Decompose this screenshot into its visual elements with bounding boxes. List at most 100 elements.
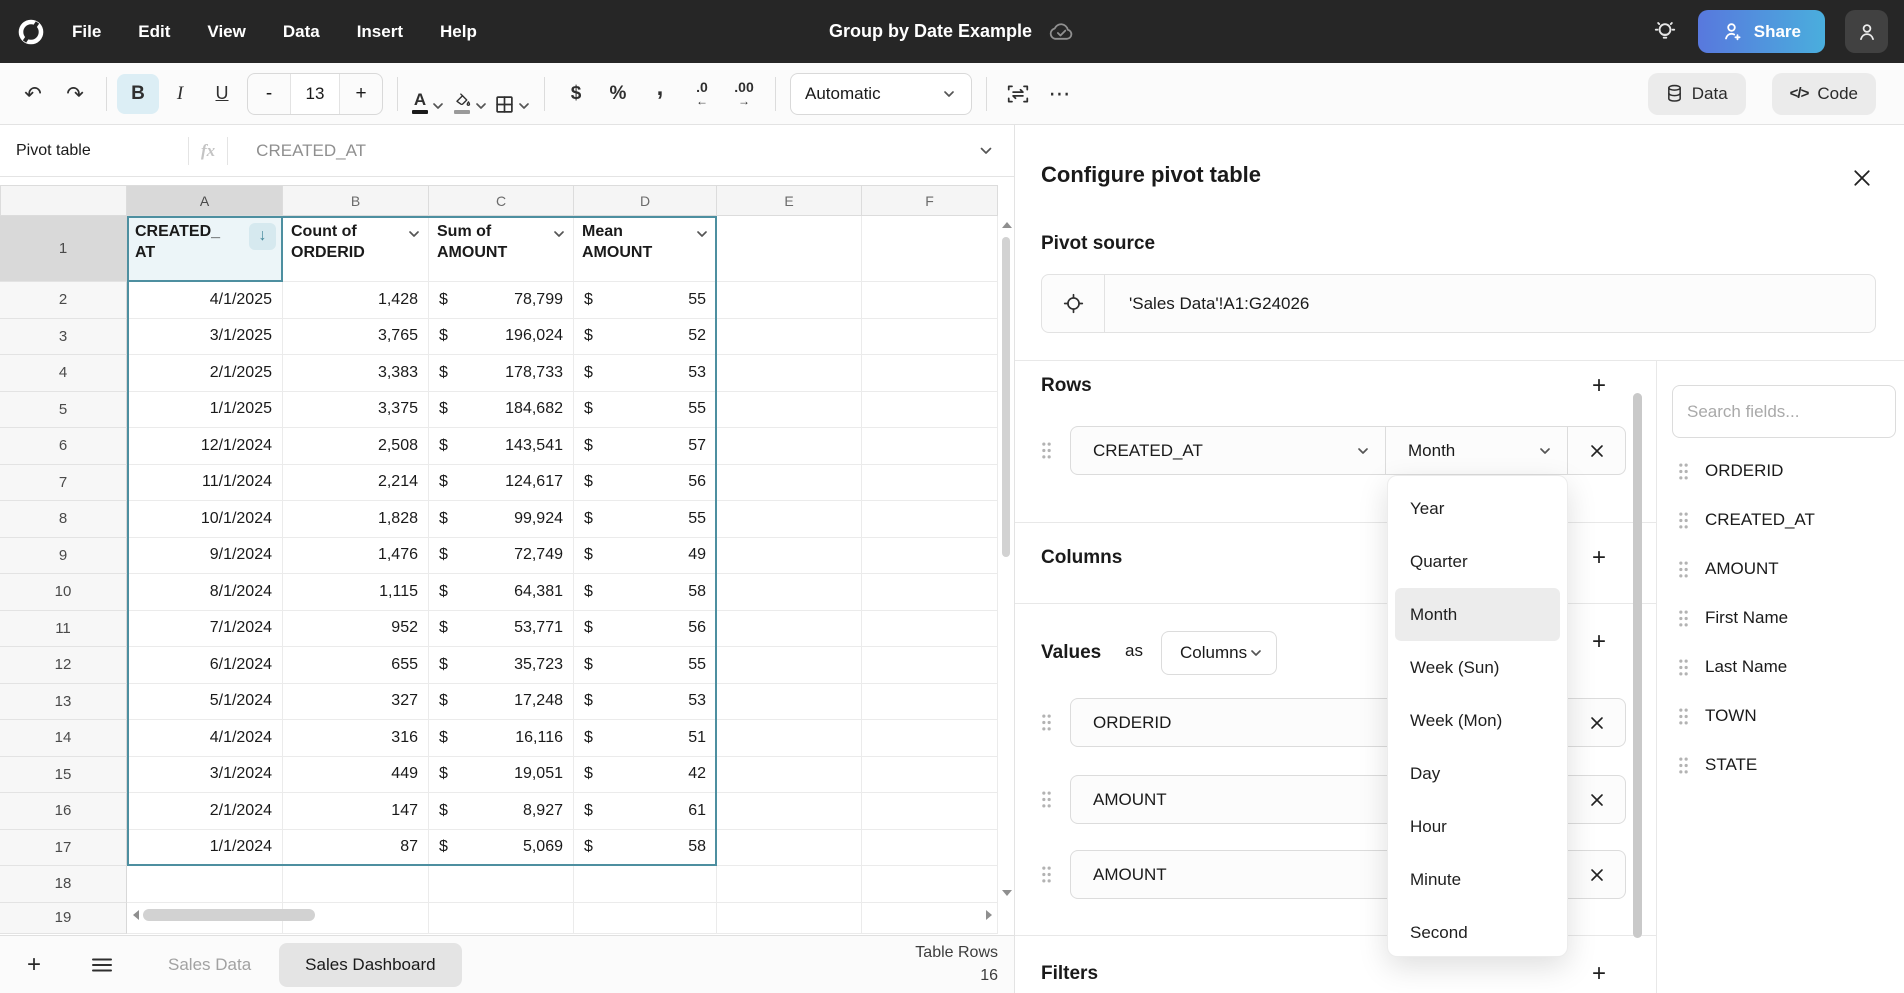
sheet-list-menu-button[interactable] xyxy=(88,951,116,979)
row-header[interactable]: 4 xyxy=(0,355,127,392)
cell-empty[interactable] xyxy=(717,756,862,793)
cell-mean[interactable]: $55 xyxy=(574,647,717,684)
cell-empty[interactable] xyxy=(717,574,862,611)
cell-empty[interactable] xyxy=(127,866,283,903)
column-header-d[interactable]: D xyxy=(574,185,717,216)
drag-handle-icon[interactable] xyxy=(1678,561,1689,578)
row-header[interactable]: 2 xyxy=(0,282,127,319)
cell-mean[interactable]: $52 xyxy=(574,318,717,355)
vertical-scroll-thumb[interactable] xyxy=(1002,237,1010,557)
drag-handle-icon[interactable] xyxy=(1678,659,1689,676)
menu-item-hour[interactable]: Hour xyxy=(1388,800,1567,853)
column-header-e[interactable]: E xyxy=(717,185,862,216)
cell-sum[interactable]: $19,051 xyxy=(429,756,574,793)
cell-date[interactable]: 7/1/2024 xyxy=(127,610,283,647)
sheet-tab-sales-dashboard[interactable]: Sales Dashboard xyxy=(279,942,462,987)
sheet-tab-sales-data[interactable]: Sales Data xyxy=(168,955,251,975)
convert-range-button[interactable] xyxy=(997,74,1039,114)
cell-count[interactable]: 147 xyxy=(283,793,429,830)
cell-date[interactable]: 1/1/2024 xyxy=(127,829,283,866)
menu-help[interactable]: Help xyxy=(440,22,477,42)
field-item-orderid[interactable]: ORDERID xyxy=(1678,451,1783,491)
cell-empty[interactable] xyxy=(862,793,998,830)
cell-sum[interactable]: $17,248 xyxy=(429,683,574,720)
cell-date[interactable]: 3/1/2025 xyxy=(127,318,283,355)
cell-e1[interactable] xyxy=(717,216,862,282)
row-header[interactable]: 19 xyxy=(0,902,127,934)
cell-sum[interactable]: $78,799 xyxy=(429,282,574,319)
cell-count[interactable]: 952 xyxy=(283,610,429,647)
underline-button[interactable]: U xyxy=(201,74,243,114)
cell-empty[interactable] xyxy=(717,610,862,647)
font-size-decrease[interactable]: - xyxy=(248,74,290,114)
share-button[interactable]: Share xyxy=(1697,10,1825,53)
cell-date[interactable]: 5/1/2024 xyxy=(127,683,283,720)
cell-sum[interactable]: $143,541 xyxy=(429,428,574,465)
values-layout-select[interactable]: Columns xyxy=(1161,631,1277,675)
cell-empty[interactable] xyxy=(283,866,429,903)
formula-bar-expand-icon[interactable] xyxy=(978,143,994,159)
cell-a1-created-at[interactable]: CREATED_ AT ↓ xyxy=(127,216,283,282)
menu-item-year[interactable]: Year xyxy=(1388,482,1567,535)
cell-count[interactable]: 327 xyxy=(283,683,429,720)
pivot-source-value[interactable]: 'Sales Data'!A1:G24026 xyxy=(1105,294,1309,314)
cell-empty[interactable] xyxy=(862,720,998,757)
drag-handle-icon[interactable] xyxy=(1041,866,1052,883)
cell-mean[interactable]: $42 xyxy=(574,756,717,793)
close-panel-button[interactable] xyxy=(1849,165,1875,191)
cell-date[interactable]: 10/1/2024 xyxy=(127,501,283,538)
cell-mean[interactable]: $53 xyxy=(574,683,717,720)
cell-b1-count-orderid[interactable]: Count of ORDERID xyxy=(283,216,429,282)
row-header[interactable]: 5 xyxy=(0,391,127,428)
cell-sum[interactable]: $184,682 xyxy=(429,391,574,428)
panel-scroll-thumb[interactable] xyxy=(1633,393,1642,938)
row-header[interactable]: 17 xyxy=(0,829,127,866)
cell-empty[interactable] xyxy=(862,318,998,355)
add-column-field-button[interactable]: + xyxy=(1585,544,1613,572)
row-header[interactable]: 8 xyxy=(0,501,127,538)
menu-item-week-mon[interactable]: Week (Mon) xyxy=(1388,694,1567,747)
drag-handle-icon[interactable] xyxy=(1678,757,1689,774)
menu-item-month-selected[interactable]: Month xyxy=(1395,588,1560,641)
cell-empty[interactable] xyxy=(717,829,862,866)
cell-count[interactable]: 2,508 xyxy=(283,428,429,465)
horizontal-scroll-thumb[interactable] xyxy=(143,909,315,921)
cell-empty[interactable] xyxy=(717,282,862,319)
cell-sum[interactable]: $124,617 xyxy=(429,464,574,501)
cell-empty[interactable] xyxy=(717,355,862,392)
cell-empty[interactable] xyxy=(717,683,862,720)
account-avatar[interactable] xyxy=(1845,10,1888,53)
cell-mean[interactable]: $57 xyxy=(574,428,717,465)
cell-mean[interactable]: $55 xyxy=(574,391,717,428)
sort-descending-button[interactable]: ↓ xyxy=(249,223,276,250)
horizontal-scrollbar[interactable] xyxy=(127,903,998,927)
cell-mean[interactable]: $56 xyxy=(574,464,717,501)
cell-empty[interactable] xyxy=(717,501,862,538)
cell-empty[interactable] xyxy=(717,720,862,757)
font-size-increase[interactable]: + xyxy=(340,74,382,114)
increase-decimal-button[interactable]: .00 → xyxy=(723,74,765,114)
cell-empty[interactable] xyxy=(862,829,998,866)
row-header[interactable]: 16 xyxy=(0,793,127,830)
cell-empty[interactable] xyxy=(717,793,862,830)
row-header[interactable]: 18 xyxy=(0,866,127,903)
scroll-left-icon[interactable] xyxy=(133,910,139,920)
percent-format-button[interactable]: % xyxy=(597,74,639,114)
row-header[interactable]: 13 xyxy=(0,683,127,720)
row-header[interactable]: 11 xyxy=(0,610,127,647)
row-field-select[interactable]: CREATED_AT xyxy=(1070,426,1386,475)
field-item-amount[interactable]: AMOUNT xyxy=(1678,549,1779,589)
cell-mean[interactable]: $55 xyxy=(574,501,717,538)
decrease-decimal-button[interactable]: .0 ← xyxy=(681,74,723,114)
cell-empty[interactable] xyxy=(862,574,998,611)
date-interval-select[interactable]: Month xyxy=(1385,426,1568,475)
cell-count[interactable]: 3,765 xyxy=(283,318,429,355)
cell-count[interactable]: 3,375 xyxy=(283,391,429,428)
menu-view[interactable]: View xyxy=(207,22,245,42)
menu-item-week-sun[interactable]: Week (Sun) xyxy=(1388,641,1567,694)
cell-sum[interactable]: $35,723 xyxy=(429,647,574,684)
data-panel-button[interactable]: Data xyxy=(1647,72,1746,115)
fill-color-button[interactable] xyxy=(450,74,492,114)
cell-mean[interactable]: $55 xyxy=(574,282,717,319)
cell-mean[interactable]: $61 xyxy=(574,793,717,830)
